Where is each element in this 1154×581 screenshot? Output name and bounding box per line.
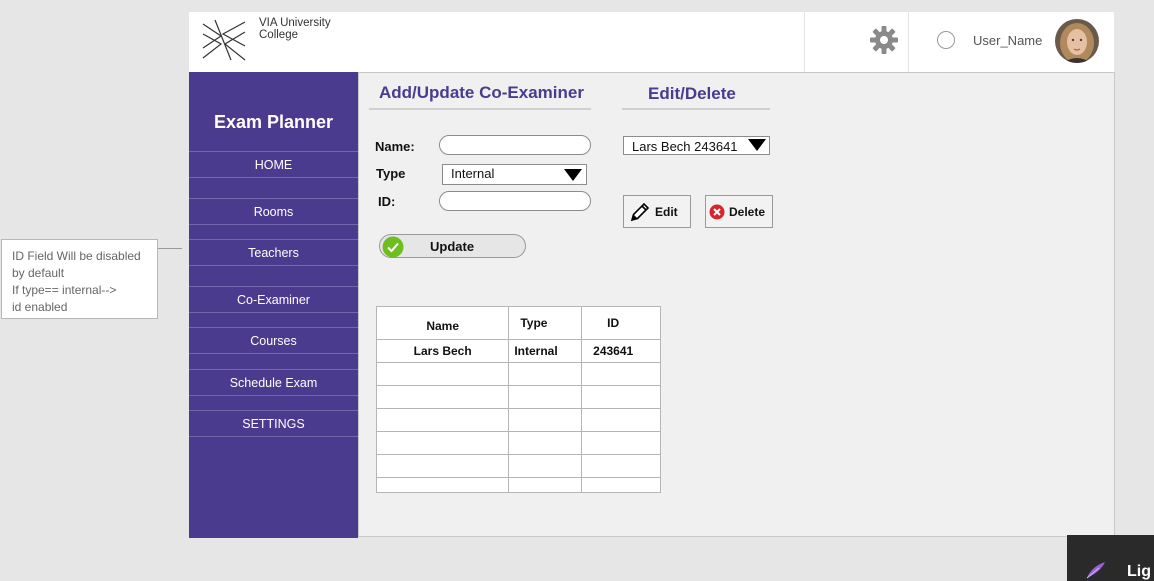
examiner-select[interactable]: Lars Bech 243641 — [623, 136, 770, 155]
table-cell — [581, 431, 661, 455]
table-row[interactable] — [375, 454, 661, 478]
id-label: ID: — [378, 194, 396, 209]
name-input[interactable] — [439, 135, 591, 155]
table-cell — [581, 385, 661, 409]
edit-title-underline — [622, 108, 770, 110]
form-title: Add/Update Co-Examiner — [379, 83, 584, 102]
table-cell — [375, 362, 510, 386]
table-cell — [375, 408, 510, 432]
table-cell — [508, 477, 583, 493]
co-examiner-table: Name Type ID Lars Bech Internal 243641 — [375, 306, 661, 493]
status-indicator — [937, 31, 955, 49]
logo-line-1: VIA University — [259, 17, 331, 29]
edit-title: Edit/Delete — [648, 84, 736, 103]
type-select[interactable]: Internal — [442, 164, 587, 185]
table-cell — [375, 454, 510, 478]
sidebar-item-schedule-exam[interactable]: Schedule Exam — [189, 369, 358, 396]
delete-button-label: Delete — [729, 205, 766, 219]
username-label[interactable]: User_Name — [973, 33, 1042, 48]
table-cell — [508, 454, 583, 478]
table-row[interactable] — [375, 431, 661, 455]
update-button-label: Update — [430, 239, 475, 254]
column-header-id: ID — [581, 306, 661, 340]
table-cell — [375, 385, 510, 409]
update-button[interactable]: Update — [379, 234, 526, 258]
sidebar: Exam Planner HOME Rooms Teachers Co-Exam… — [189, 72, 358, 538]
table-cell: Internal — [508, 339, 583, 363]
edit-button-label: Edit — [655, 205, 678, 219]
table-row[interactable] — [375, 408, 661, 432]
sidebar-item-rooms[interactable]: Rooms — [189, 198, 358, 225]
name-label: Name: — [375, 139, 415, 154]
table-cell — [581, 362, 661, 386]
via-logo-icon — [202, 19, 246, 61]
taskbar-fragment: Lig — [1067, 535, 1154, 581]
form-title-underline — [369, 108, 591, 110]
avatar[interactable] — [1055, 19, 1099, 63]
table-cell: 243641 — [581, 339, 661, 363]
main-panel: Add/Update Co-Examiner Edit/Delete Name:… — [358, 72, 1115, 537]
note-line-3: If type== internal--> — [12, 283, 117, 297]
taskbar-app-label[interactable]: Lig — [1127, 563, 1151, 581]
gear-icon[interactable] — [869, 25, 899, 55]
delete-button[interactable]: Delete — [705, 195, 773, 228]
note-line-1: ID Field Will be disabled — [12, 249, 141, 263]
header-divider — [908, 12, 909, 72]
table-cell — [375, 477, 510, 493]
logo-text: VIA University College — [259, 17, 331, 41]
type-label: Type — [376, 166, 406, 181]
table-cell — [508, 385, 583, 409]
table-row[interactable] — [375, 362, 661, 386]
type-select-value: Internal — [451, 166, 495, 181]
column-header-type: Type — [508, 306, 583, 340]
table-header-row: Name Type ID — [375, 306, 661, 340]
examiner-select-value: Lars Bech 243641 — [632, 139, 738, 154]
table-cell — [508, 431, 583, 455]
chevron-down-icon — [564, 169, 582, 181]
close-icon — [709, 204, 725, 220]
pencil-icon — [630, 202, 650, 222]
annotation-note: ID Field Will be disabled by default If … — [1, 239, 158, 319]
table-cell — [581, 454, 661, 478]
feather-icon — [1086, 562, 1105, 579]
sidebar-item-settings[interactable]: SETTINGS — [189, 410, 358, 437]
sidebar-item-teachers[interactable]: Teachers — [189, 239, 358, 266]
table-cell — [581, 477, 661, 493]
table-cell — [581, 408, 661, 432]
table-cell — [508, 408, 583, 432]
check-icon — [382, 236, 404, 258]
top-header: VIA University College User_Name — [189, 12, 1114, 72]
sidebar-item-home[interactable]: HOME — [189, 151, 358, 178]
table-row[interactable] — [375, 477, 661, 493]
table-row[interactable]: Lars Bech Internal 243641 — [375, 339, 661, 363]
table-row[interactable] — [375, 385, 661, 409]
column-header-name: Name — [375, 306, 510, 340]
edit-button[interactable]: Edit — [623, 195, 691, 228]
table-cell: Lars Bech — [375, 339, 510, 363]
logo-line-2: College — [259, 29, 298, 41]
table-cell — [375, 431, 510, 455]
note-line-4: id enabled — [12, 300, 68, 314]
app-title: Exam Planner — [213, 112, 334, 132]
sidebar-item-courses[interactable]: Courses — [189, 327, 358, 354]
chevron-down-icon — [748, 139, 766, 151]
sidebar-item-co-examiner[interactable]: Co-Examiner — [189, 286, 358, 313]
table-cell — [508, 362, 583, 386]
header-divider — [804, 12, 805, 72]
note-line-2: by default — [12, 266, 65, 280]
id-input[interactable] — [439, 191, 591, 211]
